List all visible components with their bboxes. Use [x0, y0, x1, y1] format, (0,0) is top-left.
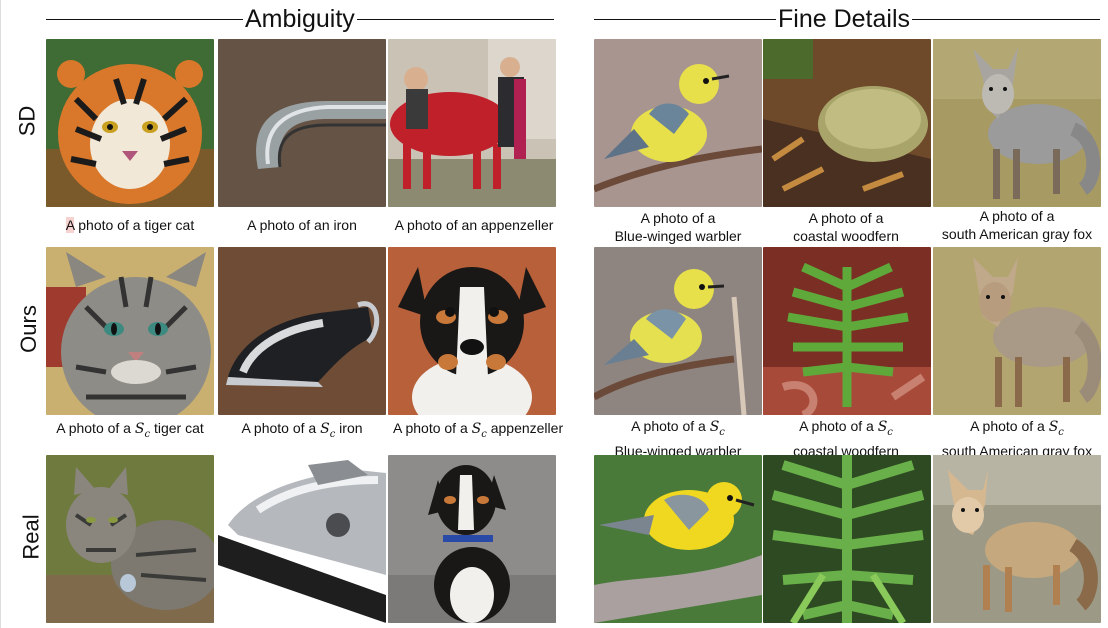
real-woodfern-image — [763, 455, 931, 623]
sd-iron-image — [218, 39, 386, 207]
sd-tiger-image — [46, 39, 214, 207]
sd-fox-image — [933, 39, 1101, 207]
fine-details-title: Fine Details — [776, 4, 912, 34]
caption-sd-fox: A photo of a south American gray fox — [941, 208, 1093, 242]
caption-ours-appenzeller: A photo of a Sc appenzeller — [393, 420, 564, 440]
real-iron-image — [218, 455, 386, 623]
real-cat-image — [46, 455, 214, 623]
ours-fox-image — [933, 247, 1101, 415]
caption-sd-iron: A photo of an iron — [247, 217, 357, 233]
caption-sd-woodfern: A photo of a coastal woodfern — [793, 210, 899, 244]
sd-warbler-image — [594, 39, 762, 207]
caption-ours-woodfern: A photo of a Sc coastal woodfern — [793, 418, 899, 459]
sd-appenzeller-image — [388, 39, 556, 207]
caption-ours-iron: A photo of a Sc iron — [241, 420, 363, 440]
caption-ours-tiger: A photo of a Sc tiger cat — [56, 420, 204, 440]
caption-sd-appenzeller: A photo of an appenzeller — [394, 217, 554, 233]
ours-warbler-image — [594, 247, 762, 415]
left-border — [0, 0, 1, 628]
real-appenzeller-image — [388, 455, 556, 623]
row-label-sd: SD — [14, 105, 40, 137]
ours-tiger-cat-image — [46, 247, 214, 415]
row-label-ours: Ours — [15, 305, 41, 353]
ambiguity-title: Ambiguity — [243, 4, 357, 34]
caption-sd-tiger: A photo of a tiger cat — [65, 217, 195, 233]
caption-sd-warbler: A photo of a Blue-winged warbler — [614, 210, 742, 244]
ambiguity-header: Ambiguity — [46, 4, 554, 34]
ours-appenzeller-image — [388, 247, 556, 415]
sd-woodfern-image — [763, 39, 931, 207]
real-warbler-image — [594, 455, 762, 623]
caption-ours-warbler: A photo of a Sc Blue-winged warbler — [614, 418, 742, 459]
fine-details-header: Fine Details — [594, 4, 1100, 34]
ours-woodfern-image — [763, 247, 931, 415]
real-fox-image — [933, 455, 1101, 623]
ours-iron-image — [218, 247, 386, 415]
caption-ours-fox: A photo of a Sc south American gray fox — [941, 418, 1093, 459]
row-label-real: Real — [18, 514, 44, 560]
